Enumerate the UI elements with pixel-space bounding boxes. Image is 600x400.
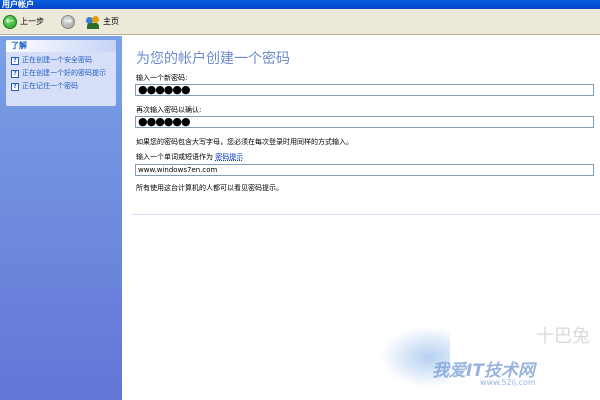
sidebar-item-label: 正在创建一个安全密码	[22, 56, 92, 64]
divider	[132, 214, 600, 215]
back-button[interactable]: ← 上一步	[1, 11, 46, 33]
new-password-label: 输入一个新密码:	[136, 74, 188, 82]
sidebar-item-secure-password[interactable]: ? 正在创建一个安全密码	[11, 56, 113, 65]
back-button-label: 上一步	[20, 17, 44, 26]
password-hint-field[interactable]: www.windows7en.com	[135, 164, 594, 176]
learn-about-panel: 了解 ? 正在创建一个安全密码 ? 正在创建一个好的密码提示 ? 正在记住一个密…	[6, 40, 116, 106]
new-password-field[interactable]: ●●●●●●	[135, 84, 594, 96]
help-topic-icon: ?	[11, 83, 19, 91]
password-hint-prompt-text: 输入一个单词或短语作为	[136, 153, 213, 161]
forward-arrow-icon: →	[61, 14, 75, 29]
home-button-label: 主页	[103, 17, 119, 26]
users-home-icon	[86, 15, 100, 29]
confirm-password-field[interactable]: ●●●●●●	[135, 116, 594, 128]
forward-button[interactable]: →	[47, 11, 77, 33]
back-arrow-icon: ←	[3, 14, 17, 29]
watermark: 十巴兔 我爱IT技术网 www.52ij.com	[380, 318, 598, 398]
sidebar-item-remember-password[interactable]: ? 正在记住一个密码	[11, 82, 113, 91]
help-topic-icon: ?	[11, 70, 19, 78]
learn-about-panel-title: 了解	[6, 40, 116, 52]
window-title: 用户帐户	[2, 0, 34, 9]
hint-visibility-note: 所有使用这台计算机的人都可以看见密码提示。	[136, 184, 283, 192]
help-topic-icon: ?	[11, 57, 19, 65]
password-hint-prompt: 输入一个单词或短语作为 密码提示	[136, 152, 243, 162]
password-hint-link[interactable]: 密码提示	[215, 153, 243, 161]
home-button[interactable]: 主页	[78, 11, 121, 33]
page-title: 为您的帐户创建一个密码	[136, 51, 290, 67]
window-title-bar: 用户帐户	[0, 0, 600, 9]
watermark-url: www.52ij.com	[480, 378, 536, 387]
sidebar-item-label: 正在创建一个好的密码提示	[22, 69, 106, 77]
case-sensitivity-note: 如果您的密码包含大写字母，您必须在每次登录时用同样的方式输入。	[136, 138, 353, 146]
toolbar: ← 上一步 → 主页	[0, 9, 600, 35]
task-sidebar: 了解 ? 正在创建一个安全密码 ? 正在创建一个好的密码提示 ? 正在记住一个密…	[0, 36, 122, 400]
sidebar-item-label: 正在记住一个密码	[22, 82, 78, 90]
confirm-password-label: 再次输入密码以确认:	[136, 106, 202, 114]
watermark-logo: 十巴兔	[536, 326, 590, 347]
sidebar-item-password-hint[interactable]: ? 正在创建一个好的密码提示	[11, 69, 113, 78]
